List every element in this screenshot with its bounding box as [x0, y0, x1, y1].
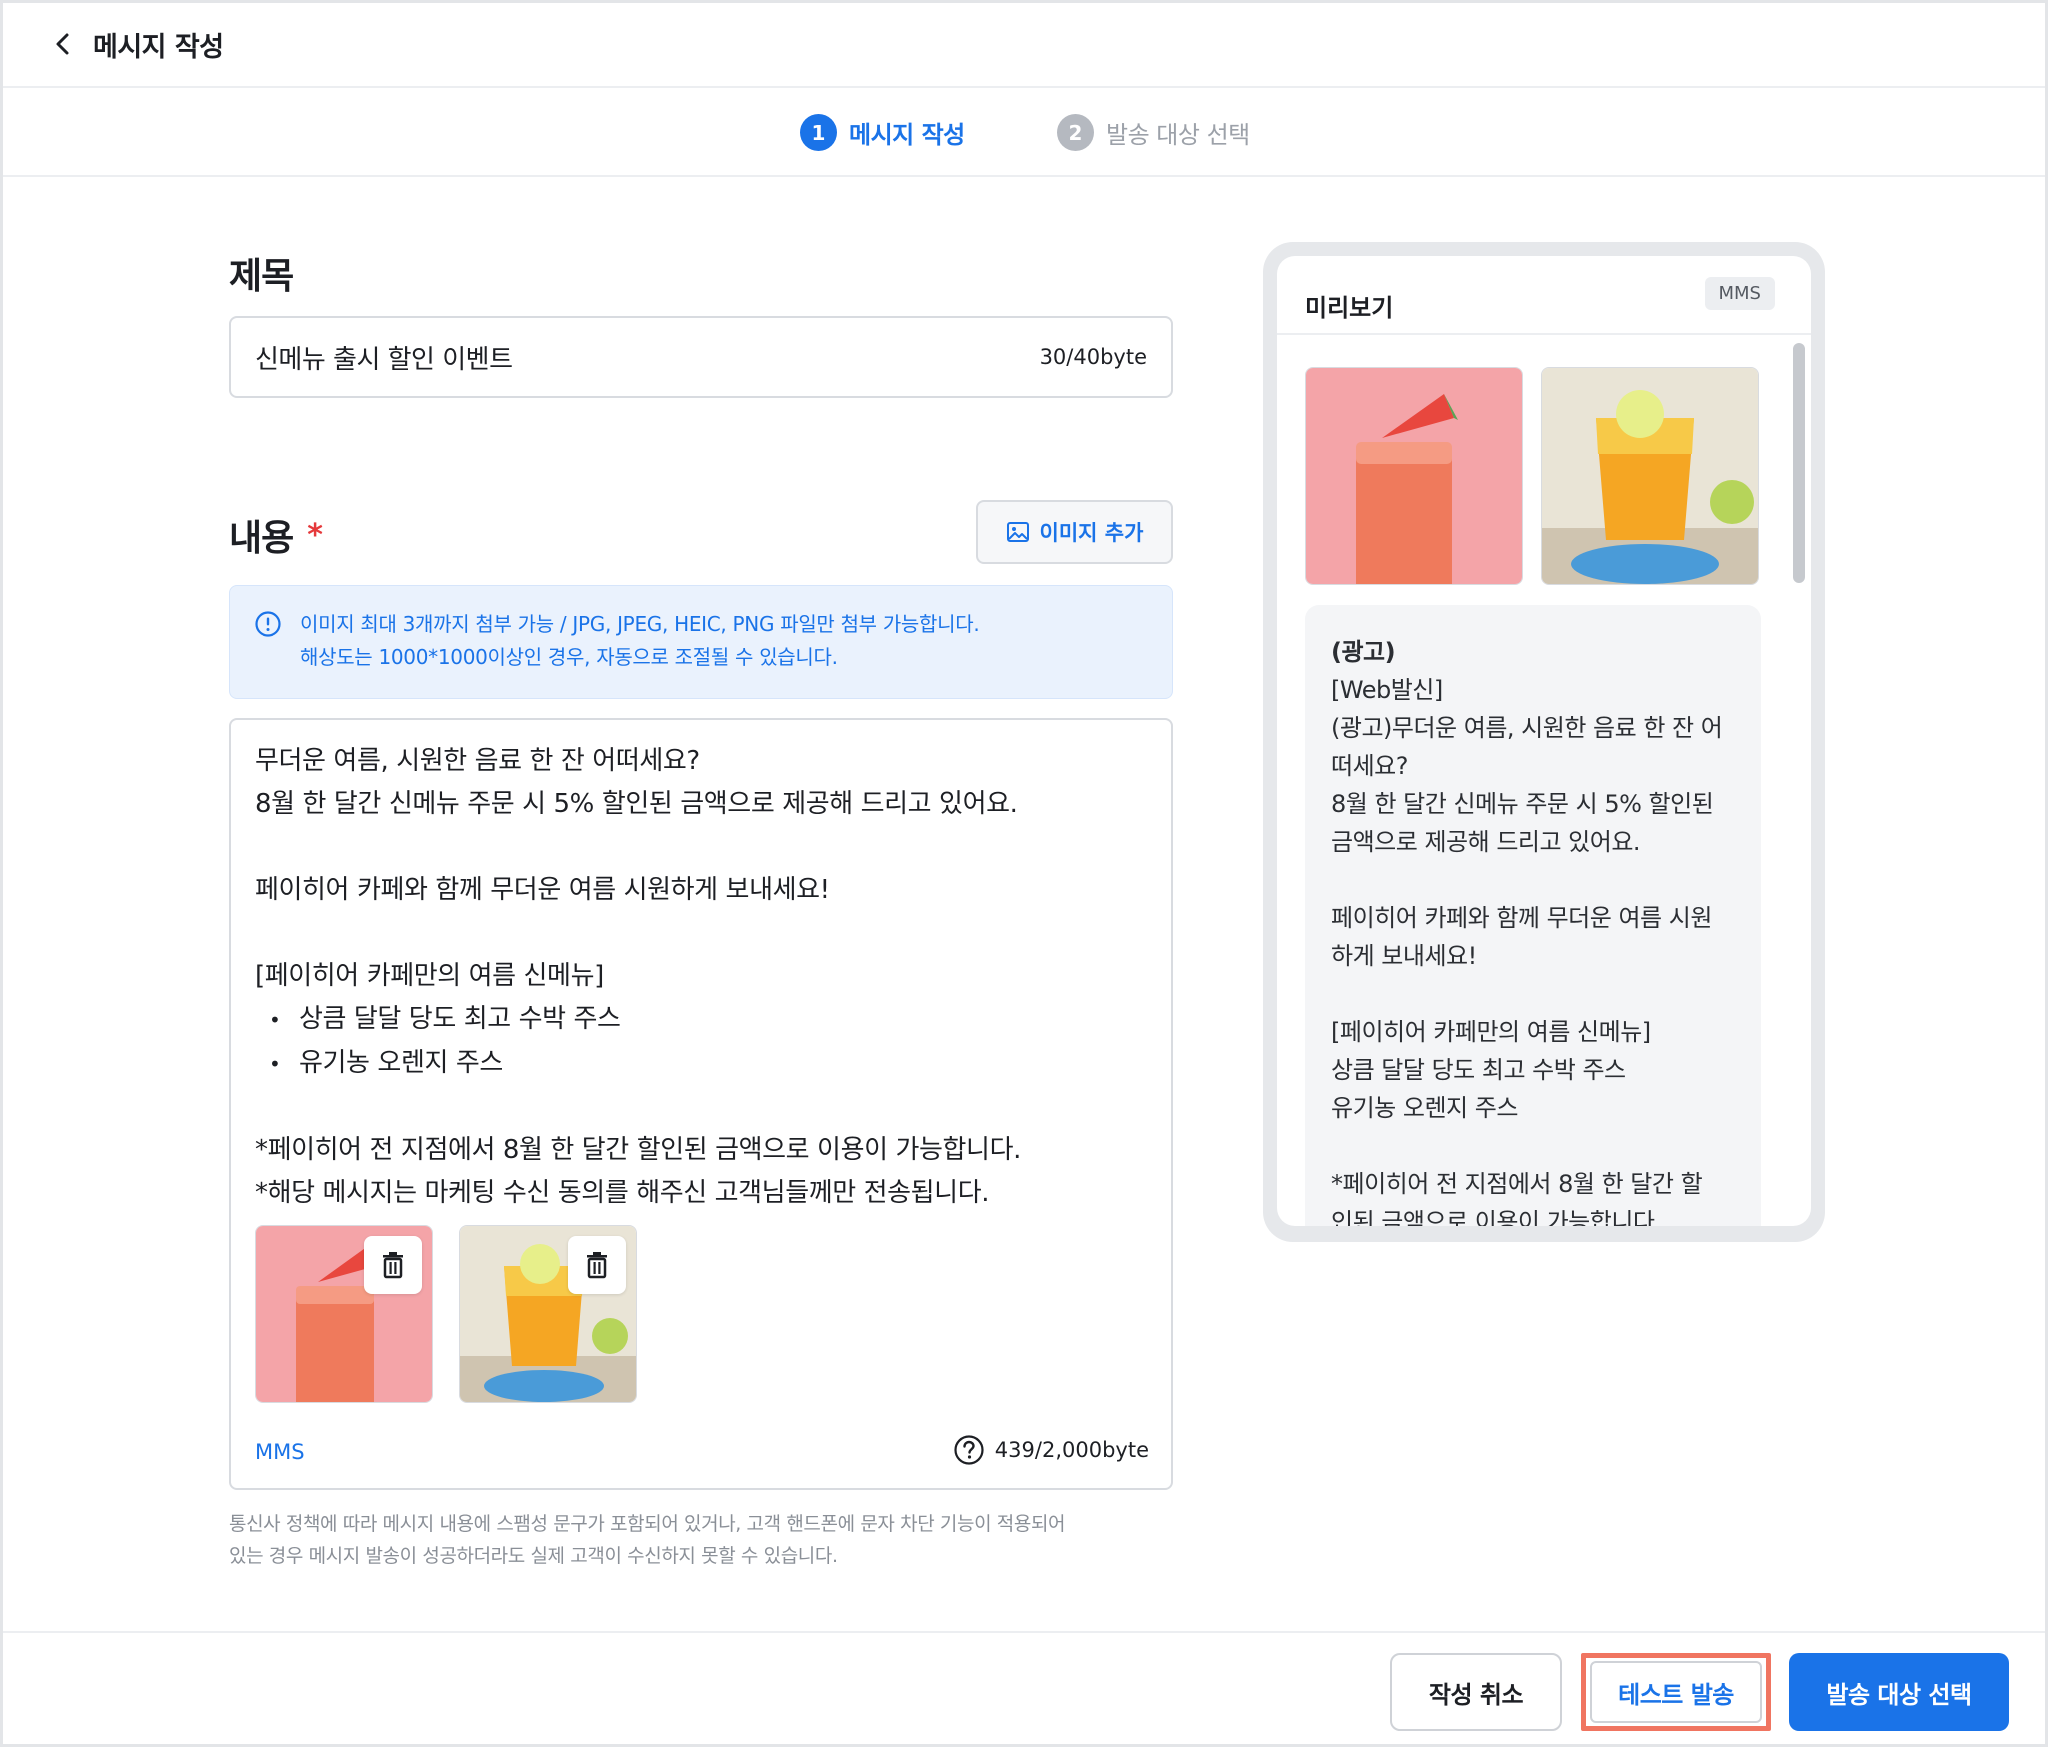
delete-image-button[interactable] [568, 1236, 626, 1294]
info-line: 해상도는 1000*1000이상인 경우, 자동으로 조절될 수 있습니다. [300, 645, 838, 669]
top-bar: 메시지 작성 [3, 3, 2045, 88]
preview-line: *페이히어 전 지점에서 8월 한 달간 할 [1331, 1170, 1703, 1198]
trash-icon [383, 1252, 403, 1279]
preview-type-badge: MMS [1704, 277, 1775, 310]
test-send-label: 테스트 발송 [1590, 1661, 1762, 1723]
preview-scroll-area[interactable]: (광고) [Web발신] (광고)무더운 여름, 시원한 음료 한 잔 어 떠세… [1277, 337, 1811, 1226]
message-bullet: 상큼 달달 당도 최고 수박 주스 [255, 998, 1145, 1042]
orange-juice-image [1542, 368, 1758, 584]
step-number: 2 [1057, 114, 1094, 151]
preview-line: 하게 보내세요! [1331, 942, 1477, 970]
preview-line: 떠세요? [1331, 752, 1408, 780]
notice-line: 통신사 정책에 따라 메시지 내용에 스팸성 문구가 포함되어 있거나, 고객 … [229, 1513, 1066, 1535]
message-body: 무더운 여름, 시원한 음료 한 잔 어떠세요? 8월 한 달간 신메뉴 주문 … [255, 740, 1145, 1215]
preview-screen: 미리보기 MMS (광고) [Web발신] (광고)무더운 여름, 시원한 음료… [1277, 256, 1811, 1226]
message-line: 무더운 여름, 시원한 음료 한 잔 어떠세요? [255, 746, 700, 776]
delete-image-button[interactable] [364, 1236, 422, 1294]
preview-line: 페이히어 카페와 함께 무더운 여름 시원 [1331, 904, 1712, 932]
message-line: *해당 메시지는 마케팅 수신 동의를 해주신 고객님들께만 전송됩니다. [255, 1178, 990, 1208]
message-line: *페이히어 전 지점에서 8월 한 달간 할인된 금액으로 이용이 가능합니다. [255, 1135, 1021, 1165]
title-input-value: 신메뉴 출시 할인 이벤트 [255, 344, 513, 375]
attached-image-orange[interactable] [459, 1225, 637, 1403]
step-select-recipients[interactable]: 2 발송 대상 선택 [1057, 114, 1250, 151]
cancel-button[interactable]: 작성 취소 [1390, 1653, 1562, 1731]
required-mark: * [307, 517, 323, 553]
preview-image-watermelon [1305, 367, 1523, 585]
message-line: 8월 한 달간 신메뉴 주문 시 5% 할인된 금액으로 제공해 드리고 있어요… [255, 789, 1018, 819]
test-send-button[interactable]: 테스트 발송 [1581, 1653, 1771, 1731]
watermelon-juice-image [1306, 368, 1522, 584]
byte-count-value: 439/2,000byte [994, 1438, 1149, 1462]
content-section-header: 내용 * [229, 509, 323, 561]
notice-line: 있는 경우 메시지 발송이 성공하더라도 실제 고객이 수신하지 못할 수 있습… [229, 1545, 838, 1567]
image-info-banner: 이미지 최대 3개까지 첨부 가능 / JPG, JPEG, HEIC, PNG… [229, 585, 1173, 699]
preview-line: [Web발신] [1331, 676, 1443, 704]
preview-line: 인된 금액으로 이용이 가능합니다. [1331, 1208, 1662, 1226]
page-title: 메시지 작성 [93, 32, 224, 63]
add-image-label: 이미지 추가 [1039, 521, 1144, 545]
title-byte-count: 30/40byte [1039, 345, 1147, 369]
attached-image-watermelon[interactable] [255, 1225, 433, 1403]
info-icon [255, 611, 281, 637]
preview-line: (광고) [1331, 638, 1396, 666]
step-label: 발송 대상 선택 [1106, 121, 1250, 149]
preview-image-orange [1541, 367, 1759, 585]
content-section-label: 내용 [229, 518, 294, 559]
preview-title: 미리보기 [1305, 294, 1394, 322]
back-arrow-icon[interactable] [49, 30, 77, 58]
step-label: 메시지 작성 [849, 121, 965, 149]
preview-line: [페이히어 카페만의 여름 신메뉴] [1331, 1018, 1651, 1046]
step-number: 1 [800, 114, 837, 151]
preview-line: 상큼 달달 당도 최고 수박 주스 [1331, 1056, 1626, 1084]
preview-scrollbar[interactable] [1793, 343, 1805, 583]
message-line: 페이히어 카페와 함께 무더운 여름 시원하게 보내세요! [255, 875, 830, 905]
content-byte-counter: 439/2,000byte [953, 1434, 1149, 1466]
select-recipients-button[interactable]: 발송 대상 선택 [1789, 1653, 2009, 1731]
image-icon [1006, 522, 1029, 542]
preview-panel: 미리보기 MMS (광고) [Web발신] (광고)무더운 여름, 시원한 음료… [1263, 242, 1825, 1242]
message-bullet: 유기농 오렌지 주스 [255, 1042, 1145, 1086]
preview-line: 금액으로 제공해 드리고 있어요. [1331, 828, 1641, 856]
preview-message-bubble: (광고) [Web발신] (광고)무더운 여름, 시원한 음료 한 잔 어 떠세… [1305, 605, 1761, 1226]
preview-line: 유기농 오렌지 주스 [1331, 1094, 1518, 1122]
trash-icon [587, 1252, 607, 1279]
stepper: 1 메시지 작성 2 발송 대상 선택 [3, 89, 2045, 177]
step-compose[interactable]: 1 메시지 작성 [800, 114, 965, 151]
preview-line: (광고)무더운 여름, 시원한 음료 한 잔 어 [1331, 714, 1723, 742]
message-line: [페이히어 카페만의 여름 신메뉴] [255, 961, 604, 991]
add-image-button[interactable]: 이미지 추가 [976, 500, 1173, 564]
preview-header: 미리보기 MMS [1277, 256, 1811, 335]
preview-line: 8월 한 달간 신메뉴 주문 시 5% 할인된 [1331, 790, 1714, 818]
help-icon[interactable] [953, 1434, 985, 1466]
spam-policy-notice: 통신사 정책에 따라 메시지 내용에 스팸성 문구가 포함되어 있거나, 고객 … [229, 1508, 1189, 1572]
info-line: 이미지 최대 3개까지 첨부 가능 / JPG, JPEG, HEIC, PNG… [300, 612, 980, 636]
message-content-textarea[interactable]: 무더운 여름, 시원한 음료 한 잔 어떠세요? 8월 한 달간 신메뉴 주문 … [229, 718, 1173, 1490]
title-input[interactable]: 신메뉴 출시 할인 이벤트 30/40byte [229, 316, 1173, 398]
footer-bar: 작성 취소 테스트 발송 발송 대상 선택 [3, 1631, 2045, 1747]
message-type-label: MMS [255, 1440, 305, 1464]
title-section-label: 제목 [229, 256, 294, 297]
app-window: 메시지 작성 1 메시지 작성 2 발송 대상 선택 제목 신메뉴 출시 할인 … [0, 0, 2048, 1747]
